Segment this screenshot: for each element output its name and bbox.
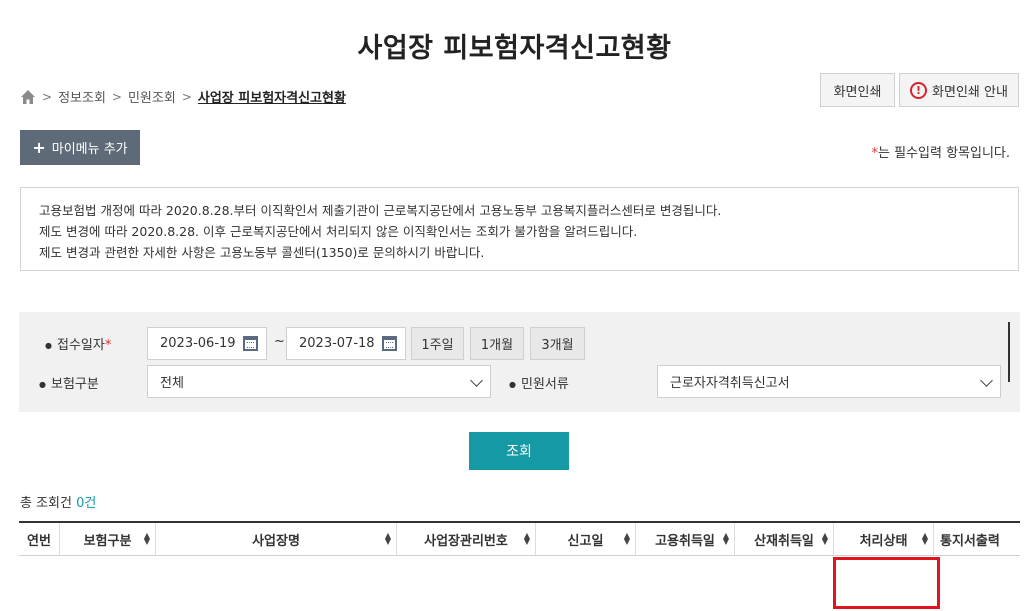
search-panel: ● 접수일자* 2023-06-19 ~ 2023-07-18 1주일 1개월 3…: [19, 312, 1020, 412]
period-1week-button[interactable]: 1주일: [411, 327, 464, 360]
chevron-down-icon: [980, 374, 993, 387]
column-header-accident-date[interactable]: 산재취득일 ▲ ▼: [735, 523, 834, 555]
date-to-input[interactable]: 2023-07-18: [286, 327, 406, 360]
breadcrumb-current[interactable]: 사업장 피보험자격신고현황: [198, 87, 346, 106]
document-type-label: ● 민원서류: [509, 377, 569, 392]
column-header-status[interactable]: 처리상태 ▲ ▼: [834, 523, 934, 555]
period-1month-button[interactable]: 1개월: [470, 327, 524, 360]
page-title: 사업장 피보험자격신고현황: [357, 33, 672, 64]
plus-icon: +: [32, 138, 46, 157]
add-my-menu-label: 마이메뉴 추가: [51, 142, 128, 157]
column-header-report-date[interactable]: 신고일 ▲ ▼: [536, 523, 636, 555]
total-count-value: 0건: [76, 496, 97, 511]
breadcrumb-item-info[interactable]: 정보조회: [58, 87, 106, 106]
chevron-right-icon: >: [181, 89, 192, 104]
chevron-down-icon: [470, 374, 483, 387]
alert-icon: !: [910, 81, 928, 99]
document-type-select[interactable]: 근로자자격취득신고서: [657, 365, 1001, 398]
breadcrumb-item-petition[interactable]: 민원조회: [128, 87, 176, 106]
sort-icon: ▲ ▼: [143, 531, 150, 546]
total-count: 총 조회건 0건: [20, 496, 97, 511]
print-guide-label: 화면인쇄 안내: [932, 84, 1008, 100]
add-my-menu-button[interactable]: + 마이메뉴 추가: [20, 130, 140, 165]
required-note: *는 필수입력 항목입니다.: [872, 142, 1011, 161]
sort-icon: ▲ ▼: [523, 531, 530, 546]
highlight-annotation-box: [833, 557, 940, 609]
notice-box: 고용보험법 개정에 따라 2020.8.28.부터 이직확인서 제출기관이 근로…: [20, 187, 1019, 271]
calendar-icon[interactable]: [382, 336, 397, 351]
column-header-notice-print[interactable]: 통지서출력: [934, 523, 1020, 555]
date-range-separator: ~: [274, 334, 285, 349]
column-header-insurance-type[interactable]: 보험구분 ▲ ▼: [60, 523, 156, 555]
sort-icon: ▲ ▼: [384, 531, 391, 546]
period-3month-button[interactable]: 3개월: [530, 327, 585, 360]
column-header-employment-date[interactable]: 고용취득일 ▲ ▼: [636, 523, 735, 555]
insurance-type-label: ● 보험구분: [39, 377, 99, 392]
scrollbar[interactable]: [1008, 322, 1010, 382]
sort-icon: ▲ ▼: [623, 531, 630, 546]
table-header: 연번 보험구분 ▲ ▼ 사업장명 ▲ ▼ 사업장관리번호 ▲ ▼ 신고일 ▲ ▼ 고용취득일 ▲ ▼…: [19, 521, 1020, 556]
required-note-text: 는 필수입력 항목입니다.: [878, 146, 1010, 161]
chevron-right-icon: >: [42, 89, 53, 104]
sort-icon: ▲ ▼: [821, 531, 828, 546]
notice-line: 고용보험법 개정에 따라 2020.8.28.부터 이직확인서 제출기관이 근로…: [39, 203, 722, 218]
search-button[interactable]: 조회: [469, 432, 569, 470]
sort-icon: ▲ ▼: [921, 531, 928, 546]
breadcrumb: > 정보조회 > 민원조회 > 사업장 피보험자격신고현황: [20, 87, 346, 106]
notice-line: 제도 변경과 관련한 자세한 사항은 고용노동부 콜센터(1350)로 문의하시…: [39, 245, 485, 260]
column-header-workplace-id[interactable]: 사업장관리번호 ▲ ▼: [397, 523, 536, 555]
print-screen-button[interactable]: 화면인쇄: [820, 73, 895, 107]
chevron-right-icon: >: [111, 89, 122, 104]
sort-icon: ▲ ▼: [722, 531, 729, 546]
column-header-workplace-name[interactable]: 사업장명 ▲ ▼: [156, 523, 397, 555]
date-from-input[interactable]: 2023-06-19: [147, 327, 267, 360]
column-header-no[interactable]: 연번: [19, 523, 60, 555]
home-icon[interactable]: [20, 89, 36, 105]
calendar-icon[interactable]: [243, 336, 258, 351]
print-screen-label: 화면인쇄: [833, 84, 882, 100]
notice-line: 제도 변경에 따라 2020.8.28. 이후 근로복지공단에서 처리되지 않은…: [39, 224, 638, 239]
date-label: ● 접수일자*: [45, 338, 112, 353]
print-guide-button[interactable]: ! 화면인쇄 안내: [899, 73, 1019, 107]
insurance-type-select[interactable]: 전체: [147, 365, 491, 398]
